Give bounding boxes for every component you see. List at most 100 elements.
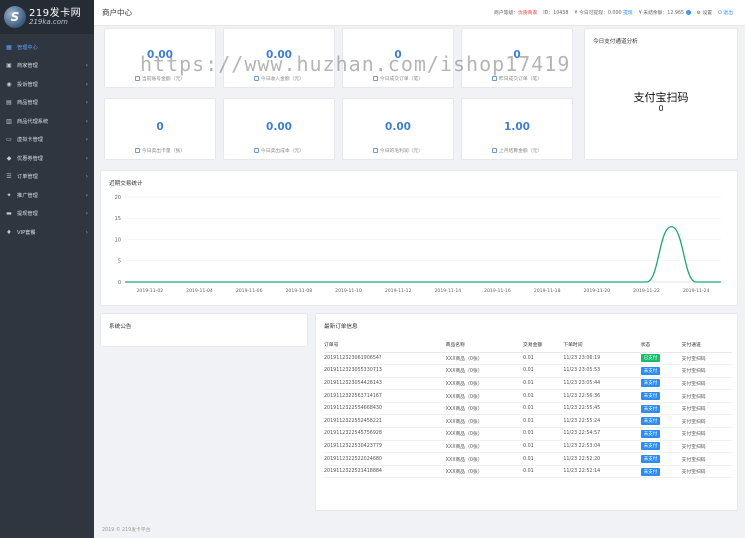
table-cell: 2019112322522024680 — [324, 452, 446, 466]
pay-channel-value: 0 — [658, 104, 664, 113]
promote-icon: ✦ — [6, 191, 12, 199]
x-tick-label: 2019-11-12 — [385, 288, 412, 294]
table-cell: 11/23 23:05:53 — [563, 364, 641, 378]
x-tick-label: 2019-11-20 — [583, 288, 610, 294]
stat-label: 今日卖出成本（元） — [260, 149, 305, 154]
brand-logo[interactable]: S 219发卡网 219ka.com — [0, 0, 94, 34]
sidebar-item-6[interactable]: ◆ 优惠券管理 › — [0, 149, 94, 168]
sidebar-menu: ▦ 管理中心 ▣ 商家管理 › ◉ 投诉管理 › ▤ 商品管理 › ▥ 商品代理系统 › ▭ 虚拟卡管理 › ◆ 优… — [0, 38, 94, 242]
level-value: 优质商家 — [518, 11, 538, 16]
stat-value: 0.00 — [266, 49, 292, 61]
sidebar-item-2[interactable]: ◉ 投诉管理 › — [0, 75, 94, 94]
chevron-right-icon: › — [85, 210, 88, 218]
sidebar-item-label: 商家管理 — [17, 63, 38, 70]
table-cell: 11/23 22:52:14 — [563, 465, 641, 479]
table-cell: 支付宝扫码 — [681, 414, 732, 429]
logout-button[interactable]: ⏻ 退出 — [718, 9, 733, 16]
chevron-right-icon: › — [85, 99, 88, 107]
complaint-icon: ◉ — [6, 80, 12, 88]
sidebar-item-8[interactable]: ✦ 推广管理 › — [0, 186, 94, 205]
table-cell: 0.01 — [523, 427, 564, 441]
table-row[interactable]: 201911232306190654? XXX商品（0张） 0.01 11/23 23… — [324, 352, 732, 366]
table-row[interactable]: 2019112322563714167 XXX商品（0张） 0.01 11/23 22… — [324, 389, 732, 403]
table-cell: 2019112322521418884 — [324, 465, 446, 479]
y-tick-label: 20 — [115, 195, 121, 201]
table-row[interactable]: 2019112322530423779 XXX商品（0张） 0.01 11/23 22… — [324, 440, 732, 454]
store-icon: ▣ — [6, 62, 12, 70]
stat-value: 0 — [394, 49, 402, 61]
stat-card-profit: 0.00 今日的毛利润（元） — [342, 98, 454, 160]
table-row[interactable]: 2019112322522024680 XXX商品（0张） 0.01 11/23 22… — [324, 452, 732, 466]
sidebar-item-9[interactable]: ▬ 提现管理 › — [0, 205, 94, 224]
order-icon — [372, 76, 378, 81]
column-header: 交易金额 — [523, 338, 564, 353]
sidebar-item-5[interactable]: ▭ 虚拟卡管理 › — [0, 131, 94, 150]
x-tick-label: 2019-11-06 — [236, 288, 263, 294]
order-icon: ☰ — [6, 173, 12, 181]
cost-icon — [253, 148, 259, 153]
chevron-right-icon: › — [85, 136, 88, 144]
column-header: 支付通道 — [681, 338, 732, 353]
orders-table: 订单号 商品名称 交易金额 下单时间 状态 支付通道 201911232306190654… — [324, 338, 732, 479]
table-row[interactable]: 2019112322554668430 XXX商品（0张） 0.01 11/23 22… — [324, 402, 732, 416]
table-cell: 11/23 22:55:24 — [563, 414, 641, 429]
notice-panel: 系统公告 — [100, 313, 308, 347]
status-badge: 未支付 — [640, 417, 661, 426]
table-row[interactable]: 2019112323054428143 XXX商品（0张） 0.01 11/23 23… — [324, 377, 732, 391]
panel-title: 最新订单信息 — [324, 324, 358, 330]
table-cell: 0.01 — [523, 440, 564, 454]
sidebar-item-label: 投诉管理 — [17, 81, 38, 88]
table-cell: 0.01 — [523, 414, 564, 429]
yen-icon: ¥ — [574, 11, 578, 16]
stat-value: 0 — [513, 49, 521, 61]
stat-card-income: 0.00 今日收入金额（元） — [223, 28, 335, 88]
y-tick-label: 15 — [115, 216, 121, 222]
table-row[interactable]: 2019112322552458221 XXX商品（0张） 0.01 11/23 22… — [324, 414, 732, 429]
stat-label: 今日的毛利润（元） — [379, 149, 424, 154]
table-cell: 2019112322552458221 — [324, 414, 446, 429]
table-cell: 0.01 — [523, 364, 564, 378]
yen-icon: ¥ — [638, 11, 642, 16]
stat-value: 0.00 — [147, 49, 173, 61]
status-badge: 未支付 — [640, 366, 661, 375]
card-icon: ▭ — [6, 136, 12, 144]
column-header: 状态 — [640, 338, 682, 353]
table-row[interactable]: 2019112322545756928 XXX商品（0张） 0.01 11/23 22… — [324, 427, 732, 441]
table-cell: 2019112322545756928 — [324, 427, 446, 441]
stat-value: 0 — [156, 121, 164, 133]
table-row[interactable]: 2019112323055330713 XXX商品（0张） 0.01 11/23 23… — [324, 364, 732, 378]
sidebar-item-4[interactable]: ▥ 商品代理系统 › — [0, 112, 94, 131]
profit-icon — [372, 148, 378, 153]
status-badge: 未支付 — [640, 467, 661, 476]
dashboard-icon: ▦ — [6, 43, 12, 51]
gear-icon: ⚙ — [696, 11, 701, 16]
stat-label: 当前账号金额（元） — [141, 77, 186, 82]
table-cell: 2019112322530423779 — [324, 440, 446, 454]
info-icon[interactable]: i — [685, 10, 691, 15]
table-cell: XXX商品（0张） — [445, 427, 524, 441]
table-cell: 2019112323054428143 — [324, 377, 446, 391]
sidebar-item-10[interactable]: ♦ VIP套餐 › — [0, 223, 94, 242]
status-badge: 未支付 — [640, 429, 661, 438]
table-cell: XXX商品（0张） — [445, 414, 524, 429]
stat-card-cost: 0.00 今日卖出成本（元） — [223, 98, 335, 160]
table-cell: XXX商品（0张） — [445, 402, 524, 416]
level-label: 商户等级： — [494, 11, 519, 16]
stat-value: 0.00 — [266, 121, 292, 133]
goods-icon: ▤ — [6, 99, 12, 107]
withdraw-link[interactable]: 提现 — [623, 11, 633, 16]
card-icon — [134, 148, 140, 153]
table-row[interactable]: 2019112322521418884 XXX商品（0张） 0.01 11/23 22… — [324, 465, 732, 479]
sidebar-item-3[interactable]: ▤ 商品管理 › — [0, 94, 94, 113]
table-cell: 11/23 22:54:57 — [563, 427, 641, 441]
sidebar-item-label: 虚拟卡管理 — [17, 137, 43, 144]
x-tick-label: 2019-11-08 — [285, 288, 312, 294]
settings-button[interactable]: ⚙ 设置 — [697, 9, 712, 16]
latest-orders-panel: 最新订单信息 订单号 商品名称 交易金额 下单时间 状态 支付通道 20191123230… — [315, 313, 738, 511]
stat-value: 0.00 — [385, 121, 411, 133]
chevron-right-icon: › — [85, 228, 88, 236]
sidebar-item-1[interactable]: ▣ 商家管理 › — [0, 57, 94, 76]
sidebar-item-0[interactable]: ▦ 管理中心 — [0, 38, 94, 57]
sidebar-item-7[interactable]: ☰ 订单管理 › — [0, 168, 94, 187]
agent-icon: ▥ — [6, 117, 12, 125]
